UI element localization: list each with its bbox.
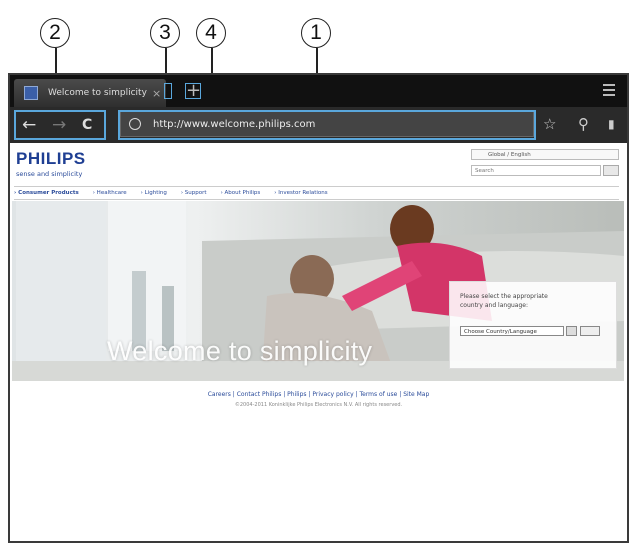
favicon-icon [24,86,38,100]
callout-2: 2 [40,18,70,48]
address-bar-highlight [118,110,536,140]
tagline: sense and simplicity [16,170,83,178]
nav-consumer-products[interactable]: › Consumer Products [14,190,79,196]
philips-logo[interactable]: PHILIPS [16,149,86,169]
hero-title: Welcome to simplicity [107,336,373,366]
nav-support[interactable]: › Support [181,190,207,196]
bookmarks-icon[interactable]: ▮ [608,116,615,132]
site-search-input[interactable]: Search [471,165,601,176]
web-page: PHILIPS sense and simplicity Global / En… [10,143,627,541]
footer-copyright: ©2004-2011 Koninklijke Philips Electroni… [234,402,403,408]
country-select[interactable]: Choose Country/Language [460,326,564,336]
new-tab-highlight [185,83,201,99]
tab-title: Welcome to simplicity ... [48,88,148,98]
locale-selector[interactable]: Global / English [471,149,619,160]
close-tab-highlight [164,83,172,99]
browser-tab[interactable]: Welcome to simplicity ... × [14,79,166,107]
menu-icon[interactable] [603,84,615,98]
chevron-down-icon[interactable] [566,326,577,336]
hero-banner: Welcome to simplicity Please select the … [12,201,624,381]
nav-investor[interactable]: › Investor Relations [274,190,327,196]
site-nav: › Consumer Products › Healthcare › Light… [14,186,619,200]
nav-lighting[interactable]: › Lighting [141,190,167,196]
nav-healthcare[interactable]: › Healthcare [93,190,127,196]
country-panel: Please select the appropriate country an… [449,281,617,369]
tab-strip: Welcome to simplicity ... × + [10,75,627,107]
close-tab-icon[interactable]: × [152,87,161,100]
callout-3: 3 [150,18,180,48]
callout-4: 4 [196,18,226,48]
search-icon[interactable]: ⚲ [578,116,589,132]
country-go-button[interactable] [580,326,600,336]
tablet-screen: Welcome to simplicity ... × + ← → C http… [8,73,629,543]
nav-buttons-highlight [14,110,106,140]
footer-links[interactable]: Careers | Contact Philips | Philips | Pr… [10,391,627,398]
site-search-button[interactable] [603,165,619,176]
callout-1: 1 [301,18,331,48]
star-icon[interactable]: ☆ [543,116,556,132]
nav-about[interactable]: › About Philips [221,190,261,196]
country-prompt: Please select the appropriate country an… [460,293,548,309]
